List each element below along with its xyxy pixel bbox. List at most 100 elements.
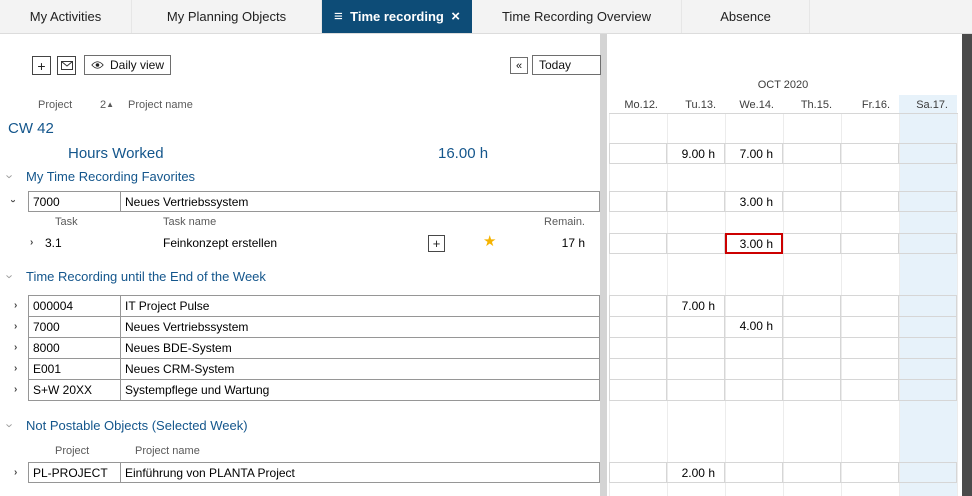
chevron-right-icon[interactable]: ›: [14, 322, 17, 332]
column-header-project-name[interactable]: Project name: [128, 99, 193, 111]
project-id-cell[interactable]: S+W 20XX: [28, 379, 121, 401]
time-cell[interactable]: [667, 337, 725, 359]
time-cell[interactable]: [783, 337, 841, 359]
vertical-scrollbar[interactable]: [962, 34, 972, 496]
time-cell[interactable]: [783, 316, 841, 338]
time-cell[interactable]: [841, 379, 899, 401]
time-cell[interactable]: [725, 337, 783, 359]
time-cell[interactable]: [609, 379, 667, 401]
highlighted-time-cell[interactable]: 3.00 h: [725, 233, 783, 254]
chevron-right-icon[interactable]: ›: [14, 468, 17, 478]
time-cell[interactable]: [783, 143, 841, 164]
project-name-cell[interactable]: Neues Vertriebssystem: [120, 191, 600, 212]
time-cell[interactable]: [783, 191, 841, 212]
chevron-right-icon[interactable]: ›: [14, 364, 17, 374]
time-cell[interactable]: [899, 295, 957, 317]
time-cell[interactable]: [609, 191, 667, 212]
time-cell[interactable]: [899, 358, 957, 380]
tab-time-recording[interactable]: ≡ Time recording ×: [322, 0, 472, 33]
tab-time-recording-overview[interactable]: Time Recording Overview: [472, 0, 682, 33]
time-cell[interactable]: [609, 358, 667, 380]
time-cell[interactable]: [841, 295, 899, 317]
time-cell[interactable]: 2.00 h: [667, 462, 725, 483]
time-cell[interactable]: [841, 358, 899, 380]
project-name-cell[interactable]: Neues CRM-System: [120, 358, 600, 380]
chevron-down-icon[interactable]: ›: [8, 419, 12, 432]
time-cell[interactable]: [841, 462, 899, 483]
time-cell[interactable]: [841, 143, 899, 164]
time-cell[interactable]: [667, 379, 725, 401]
time-cell[interactable]: 7.00 h: [725, 143, 783, 164]
time-cell[interactable]: [667, 191, 725, 212]
time-cell[interactable]: [783, 462, 841, 483]
task-id-cell[interactable]: 3.1: [45, 236, 62, 250]
time-cell[interactable]: [609, 337, 667, 359]
time-cell[interactable]: [841, 191, 899, 212]
time-cell[interactable]: [899, 379, 957, 401]
project-id-cell[interactable]: 7000: [28, 316, 121, 338]
project-name-cell[interactable]: Einführung von PLANTA Project: [120, 462, 600, 483]
project-id-cell[interactable]: 000004: [28, 295, 121, 317]
time-cell[interactable]: [899, 233, 957, 254]
chevron-right-icon[interactable]: ›: [14, 385, 17, 395]
close-tab-icon[interactable]: ×: [451, 9, 460, 24]
time-cell[interactable]: 3.00 h: [725, 191, 783, 212]
time-cell[interactable]: [725, 295, 783, 317]
time-cell[interactable]: [841, 233, 899, 254]
time-cell[interactable]: [783, 233, 841, 254]
time-cell[interactable]: [609, 295, 667, 317]
time-cell[interactable]: [725, 358, 783, 380]
project-id-cell[interactable]: PL-PROJECT: [28, 462, 121, 483]
project-name-cell[interactable]: IT Project Pulse: [120, 295, 600, 317]
time-cell[interactable]: [899, 462, 957, 483]
project-name-cell[interactable]: Neues Vertriebssystem: [120, 316, 600, 338]
chevron-right-icon[interactable]: ›: [30, 238, 33, 248]
project-id-cell[interactable]: 7000: [28, 191, 121, 212]
tab-my-activities[interactable]: My Activities: [0, 0, 132, 33]
chevron-right-icon[interactable]: ›: [14, 301, 17, 311]
tab-absence[interactable]: Absence: [682, 0, 810, 33]
time-cell[interactable]: [899, 337, 957, 359]
menu-icon[interactable]: ≡: [334, 9, 343, 24]
tab-label: My Planning Objects: [167, 9, 286, 24]
chevron-down-icon[interactable]: ›: [11, 196, 14, 206]
time-cell[interactable]: [609, 143, 667, 164]
time-cell[interactable]: 7.00 h: [667, 295, 725, 317]
time-cell[interactable]: [609, 462, 667, 483]
chevron-down-icon[interactable]: ›: [8, 170, 12, 183]
project-name-cell[interactable]: Neues BDE-System: [120, 337, 600, 359]
time-cell[interactable]: [899, 191, 957, 212]
add-button[interactable]: +: [32, 56, 51, 75]
time-cell[interactable]: 4.00 h: [725, 316, 783, 338]
panel-splitter[interactable]: [600, 34, 607, 496]
chevron-right-icon[interactable]: ›: [14, 343, 17, 353]
tab-my-planning-objects[interactable]: My Planning Objects: [132, 0, 322, 33]
time-cell[interactable]: [609, 233, 667, 254]
column-header-project[interactable]: Project: [38, 99, 72, 111]
project-id-cell[interactable]: 8000: [28, 337, 121, 359]
time-cell[interactable]: [899, 143, 957, 164]
time-cell[interactable]: [725, 379, 783, 401]
time-cell[interactable]: 9.00 h: [667, 143, 725, 164]
time-cell[interactable]: [667, 316, 725, 338]
chevron-down-icon[interactable]: ›: [8, 270, 12, 283]
time-cell[interactable]: [667, 358, 725, 380]
mail-button[interactable]: [57, 56, 76, 75]
previous-week-button[interactable]: «: [510, 57, 528, 74]
time-cell[interactable]: [609, 316, 667, 338]
project-name-cell[interactable]: Systempflege und Wartung: [120, 379, 600, 401]
add-time-entry-button[interactable]: +: [428, 235, 445, 252]
time-cell[interactable]: [841, 316, 899, 338]
project-id-cell[interactable]: E001: [28, 358, 121, 380]
time-cell[interactable]: [841, 337, 899, 359]
time-cell[interactable]: [783, 295, 841, 317]
favorite-star-icon[interactable]: ★: [483, 234, 496, 249]
task-name-cell[interactable]: Feinkonzept erstellen: [163, 236, 277, 250]
time-cell[interactable]: [783, 358, 841, 380]
time-cell[interactable]: [783, 379, 841, 401]
time-cell[interactable]: [725, 462, 783, 483]
time-cell[interactable]: [899, 316, 957, 338]
today-select[interactable]: Today: [532, 55, 601, 75]
daily-view-button[interactable]: Daily view: [84, 55, 171, 75]
time-cell[interactable]: [667, 233, 725, 254]
